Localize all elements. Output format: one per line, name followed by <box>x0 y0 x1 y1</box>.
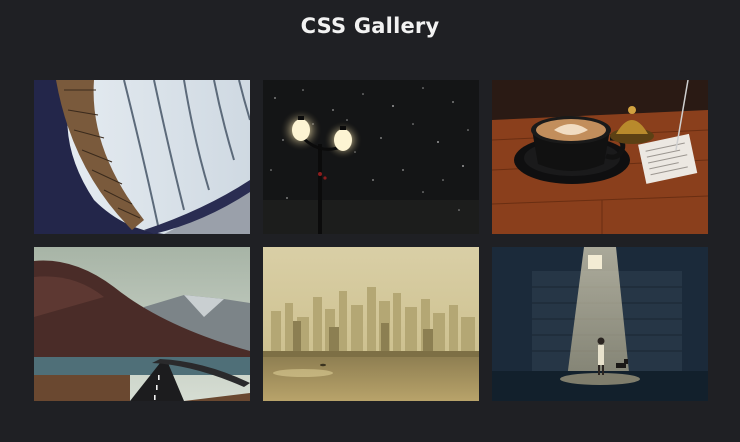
gallery-image-light-beam[interactable] <box>492 247 708 401</box>
streetlamp-snow-image <box>263 80 479 234</box>
gallery-image-mountain-road[interactable] <box>34 247 250 401</box>
gallery-image-coffee[interactable] <box>492 80 708 234</box>
page-title: CSS Gallery <box>300 14 440 38</box>
gallery-image-library[interactable] <box>34 80 250 234</box>
mountain-road-image <box>34 247 250 401</box>
gallery-image-hazy-city[interactable] <box>263 247 479 401</box>
light-beam-image <box>492 247 708 401</box>
library-architecture-image <box>34 80 250 234</box>
hazy-city-image <box>263 247 479 401</box>
latte-coffee-image <box>492 80 708 234</box>
gallery-image-streetlamp[interactable] <box>263 80 479 234</box>
gallery-grid <box>34 80 708 401</box>
